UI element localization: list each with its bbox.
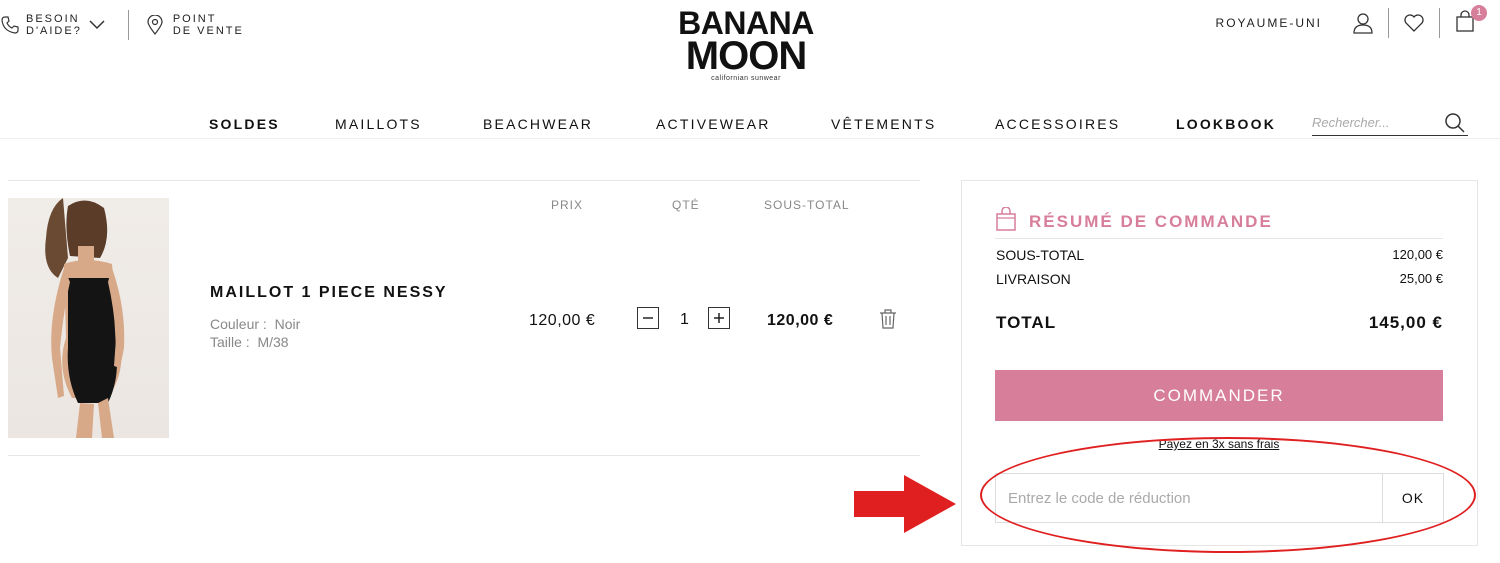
qty-decrease-button[interactable] (637, 307, 659, 329)
divider (127, 10, 129, 40)
phone-icon (0, 15, 20, 35)
summary-row-total: TOTAL 145,00 € (996, 313, 1443, 333)
header-right: ROYAUME-UNI 1 (1216, 4, 1487, 38)
minus-icon (643, 317, 653, 319)
help-menu[interactable]: BESOIN D'AIDE? (0, 13, 106, 37)
logo-line-2: MOON (685, 34, 807, 78)
product-color: Couleur : Noir (210, 316, 300, 332)
column-header-qty: QTÉ (672, 198, 700, 212)
column-header-subtotal: SOUS-TOTAL (764, 198, 850, 212)
divider (1439, 8, 1440, 38)
nav-item-lookbook[interactable]: LOOKBOOK (1176, 116, 1276, 132)
size-value: M/38 (257, 334, 289, 350)
product-name[interactable]: MAILLOT 1 PIECE NESSY (210, 284, 448, 302)
store-label: POINT DE VENTE (172, 13, 244, 37)
help-label: BESOIN D'AIDE? (26, 13, 82, 37)
product-price: 120,00 € (529, 312, 596, 329)
cart-count-badge: 1 (1471, 4, 1487, 21)
nav-divider (0, 138, 1500, 139)
red-circle-annotation (980, 437, 1476, 553)
subtotal-label: SOUS-TOTAL (996, 247, 1085, 263)
color-value: Noir (274, 316, 301, 332)
heart-icon[interactable] (1401, 13, 1427, 33)
search-box (1312, 110, 1468, 136)
shopping-bag-icon (995, 206, 1017, 236)
qty-increase-button[interactable] (708, 307, 730, 329)
total-value: 145,00 € (1368, 313, 1443, 332)
trash-icon[interactable] (879, 309, 897, 334)
account-icon[interactable] (1350, 12, 1376, 34)
order-summary-header: RÉSUMÉ DE COMMANDE (995, 206, 1273, 236)
order-summary-title: RÉSUMÉ DE COMMANDE (1029, 211, 1273, 231)
shipping-label: LIVRAISON (996, 271, 1071, 287)
divider (1388, 8, 1389, 38)
product-image[interactable] (8, 198, 169, 438)
table-divider (8, 455, 920, 456)
summary-divider (995, 238, 1443, 239)
plus-icon (714, 313, 724, 323)
nav-item-beachwear[interactable]: BEACHWEAR (483, 116, 593, 132)
table-divider (8, 180, 920, 181)
nav-item-vetements[interactable]: VÊTEMENTS (831, 116, 936, 132)
country-selector[interactable]: ROYAUME-UNI (1216, 16, 1322, 30)
summary-row-shipping: LIVRAISON 25,00 € (996, 271, 1443, 287)
subtotal-value: 120,00 € (1392, 247, 1443, 262)
cart-button[interactable]: 1 (1452, 4, 1487, 37)
nav-item-maillots[interactable]: MAILLOTS (335, 116, 422, 132)
checkout-button[interactable]: COMMANDER (995, 370, 1443, 421)
qty-value[interactable]: 1 (680, 311, 689, 329)
shipping-value: 25,00 € (1399, 271, 1443, 286)
search-input[interactable] (1312, 110, 1432, 134)
product-size: Taille : M/38 (210, 334, 289, 350)
brand-logo[interactable]: BANANA MOON californian sunwear (676, 7, 816, 82)
color-label: Couleur : (210, 316, 267, 332)
red-arrow-annotation (852, 473, 958, 540)
main-nav: SOLDES MAILLOTS BEACHWEAR ACTIVEWEAR VÊT… (0, 116, 1500, 138)
nav-item-activewear[interactable]: ACTIVEWEAR (656, 116, 771, 132)
location-pin-icon (147, 15, 163, 35)
product-subtotal: 120,00 € (767, 312, 834, 329)
nav-item-accessoires[interactable]: ACCESSOIRES (995, 116, 1120, 132)
size-label: Taille : (210, 334, 250, 350)
total-label: TOTAL (996, 313, 1057, 332)
chevron-down-icon (88, 19, 106, 31)
search-icon[interactable] (1444, 112, 1466, 139)
header-left: BESOIN D'AIDE? POINT DE VENTE (0, 10, 244, 40)
nav-item-soldes[interactable]: SOLDES (209, 116, 280, 132)
store-locator-link[interactable]: POINT DE VENTE (147, 13, 244, 37)
column-header-price: PRIX (551, 198, 584, 212)
summary-row-subtotal: SOUS-TOTAL 120,00 € (996, 247, 1443, 263)
